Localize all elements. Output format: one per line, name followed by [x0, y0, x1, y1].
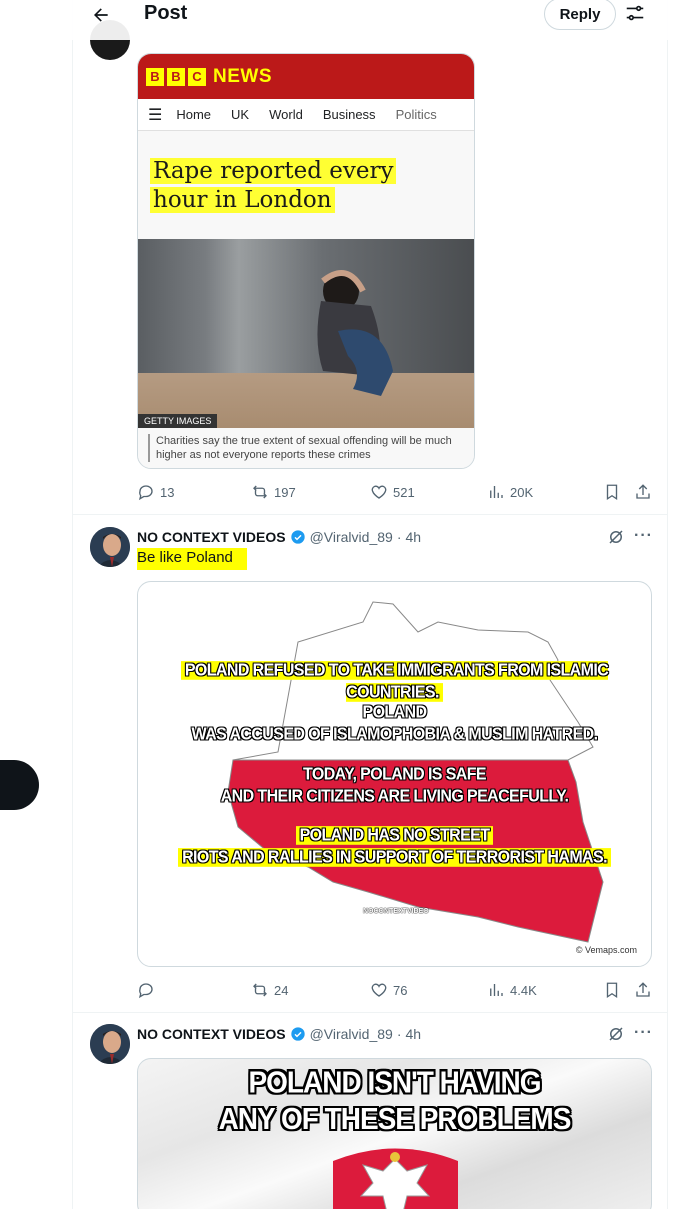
reply-icon [138, 983, 153, 999]
post-time[interactable]: 4h [405, 529, 421, 545]
share-icon[interactable] [634, 482, 657, 502]
bbc-nav-item: Business [322, 107, 376, 122]
like-action[interactable]: 76 [370, 980, 407, 1000]
repost-action[interactable]: 197 [251, 482, 296, 502]
repost-icon [253, 983, 267, 997]
author-handle[interactable]: @Viralvid_89 [310, 529, 393, 545]
verified-icon [290, 530, 305, 544]
reply-count: 13 [160, 484, 175, 500]
bookmark-icon[interactable] [603, 980, 626, 1000]
person-silhouette [317, 270, 393, 396]
avatar[interactable] [90, 1024, 130, 1064]
bbc-nav-item: World [269, 107, 303, 122]
bbc-nav: ☰ Home UK World Business Politics [138, 99, 474, 131]
bbc-logo-letter: B [167, 67, 185, 86]
bbc-nav-item: Home [176, 107, 212, 122]
meme-text: POLAND WAS ACCUSED OF ISLAMOPHOBIA & MUSL… [191, 703, 598, 744]
reply-action[interactable] [137, 980, 160, 1000]
post-header: NO CONTEXT VIDEOS @Viralvid_89 · 4h [137, 1024, 421, 1044]
grok-icon[interactable] [607, 1025, 625, 1043]
divider [72, 1012, 668, 1013]
separator: · [396, 529, 402, 545]
avatar[interactable] [90, 527, 130, 567]
bbc-news-label: NEWS [213, 65, 272, 87]
more-icon[interactable]: ··· [634, 527, 653, 545]
post-actions: 24 76 4.4K [137, 980, 653, 1000]
bookmark-icon[interactable] [603, 482, 626, 502]
bbc-caption: Charities say the true extent of sexual … [138, 428, 474, 468]
bbc-logo-letter: C [188, 67, 206, 86]
more-icon[interactable]: ··· [634, 1024, 653, 1042]
menu-icon: ☰ [148, 106, 163, 124]
top-bar: Post Reply [72, 0, 668, 40]
divider [72, 514, 668, 515]
repost-count: 24 [274, 982, 289, 998]
like-count: 521 [393, 484, 415, 500]
post-image[interactable]: POLAND REFUSED TO TAKE IMMIGRANTS FROM I… [137, 581, 652, 967]
reply-icon [138, 485, 153, 501]
view-count: 4.4K [510, 982, 537, 998]
map-credit: © Vemaps.com [575, 945, 637, 955]
sliders-icon[interactable] [624, 2, 646, 24]
floating-button[interactable] [0, 760, 39, 810]
repost-icon [253, 485, 267, 499]
bbc-headline: Rape reported every hour in London [150, 157, 474, 215]
bbc-logo-letter: B [146, 67, 164, 86]
watermark: NOCONTEXTVIDEO [363, 908, 429, 915]
analytics-icon [490, 984, 503, 996]
analytics-icon [490, 486, 503, 498]
post-text: Be like Poland [137, 548, 247, 570]
like-action[interactable]: 521 [370, 482, 415, 502]
author-handle[interactable]: @Viralvid_89 [310, 1026, 393, 1042]
separator: · [396, 1026, 402, 1042]
post-image[interactable]: POLAND ISN'T HAVING ANY OF THESE PROBLEMS [137, 1058, 652, 1209]
author-name[interactable]: NO CONTEXT VIDEOS [137, 1026, 286, 1042]
post-image[interactable]: B B C NEWS ☰ Home UK World Business Poli… [137, 53, 475, 469]
reply-button[interactable]: Reply [544, 0, 616, 30]
reply-action[interactable]: 13 [137, 482, 174, 502]
views-action[interactable]: 4.4K [487, 980, 537, 1000]
share-icon[interactable] [634, 980, 657, 1000]
bbc-header: B B C NEWS [138, 54, 474, 99]
like-count: 76 [393, 982, 408, 998]
repost-count: 197 [274, 484, 296, 500]
repost-action[interactable]: 24 [251, 980, 288, 1000]
meme-text: TODAY, POLAND IS SAFE AND THEIR CITIZENS … [220, 765, 569, 806]
post-time[interactable]: 4h [405, 1026, 421, 1042]
author-name[interactable]: NO CONTEXT VIDEOS [137, 529, 286, 545]
eagle-emblem [333, 1148, 458, 1209]
heart-icon [371, 983, 387, 997]
back-arrow-icon[interactable] [86, 2, 116, 28]
grok-icon[interactable] [607, 528, 625, 546]
bbc-nav-item: Politics [395, 107, 437, 122]
heart-icon [371, 485, 387, 499]
view-count: 20K [510, 484, 534, 500]
post-header: NO CONTEXT VIDEOS @Viralvid_89 · 4h [137, 527, 421, 547]
views-action[interactable]: 20K [487, 482, 533, 502]
meme-text: POLAND REFUSED TO TAKE IMMIGRANTS FROM I… [138, 660, 651, 704]
photo-credit: GETTY IMAGES [138, 414, 218, 428]
post-actions: 13 197 521 20K [137, 482, 653, 502]
meme-text: POLAND HAS NO STREET RIOTS AND RALLIES IN… [138, 825, 651, 869]
verified-icon [290, 1027, 305, 1041]
page-title: Post [144, 2, 188, 24]
bbc-nav-item: UK [231, 107, 250, 122]
bbc-headline-area: Rape reported every hour in London [138, 131, 474, 239]
image-caption: POLAND ISN'T HAVING ANY OF THESE PROBLEMS [218, 1065, 572, 1136]
bbc-photo: GETTY IMAGES [138, 239, 474, 428]
